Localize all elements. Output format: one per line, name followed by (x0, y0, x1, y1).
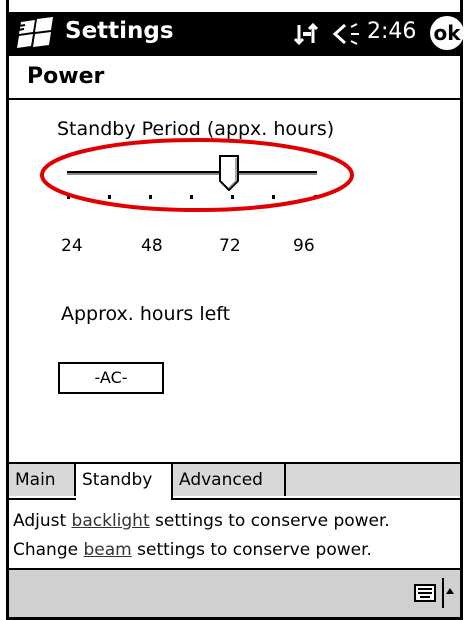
tab-advanced[interactable]: Advanced (173, 464, 286, 496)
window-title: Settings (65, 18, 174, 44)
tick-label-24: 24 (61, 236, 83, 256)
top-edge (9, 0, 460, 12)
keyboard-icon[interactable] (414, 584, 436, 602)
divider (9, 98, 460, 100)
settings-window: Settings 2:46 ok Power Standby Period (a… (6, 0, 464, 620)
ok-button[interactable]: ok (430, 16, 464, 50)
backlight-link[interactable]: backlight (72, 511, 150, 531)
page-title: Power (27, 64, 105, 89)
connectivity-icon[interactable] (293, 21, 321, 47)
input-panel-arrow[interactable] (442, 578, 456, 608)
tab-bar-filler (286, 464, 460, 496)
hours-left-label: Approx. hours left (61, 303, 231, 325)
highlight-oval (40, 138, 354, 212)
tick-label-72: 72 (219, 236, 241, 256)
tab-standby[interactable]: Standby (76, 464, 173, 500)
chevron-up-icon (446, 588, 454, 594)
beam-link[interactable]: beam (84, 540, 132, 560)
tick-label-48: 48 (141, 236, 163, 256)
title-bar: Settings 2:46 ok (9, 12, 464, 56)
tick-label-96: 96 (293, 236, 315, 256)
clock[interactable]: 2:46 (367, 19, 416, 44)
volume-icon[interactable] (331, 21, 361, 47)
backlight-help: Adjust backlight settings to conserve po… (13, 511, 390, 531)
menu-bar (9, 570, 460, 617)
beam-help: Change beam settings to conserve power. (13, 540, 372, 560)
power-source-field: -AC- (58, 362, 164, 394)
start-menu-icon[interactable] (15, 16, 59, 52)
tab-bar: Main Standby Advanced (9, 462, 460, 500)
tab-main[interactable]: Main (9, 464, 76, 496)
